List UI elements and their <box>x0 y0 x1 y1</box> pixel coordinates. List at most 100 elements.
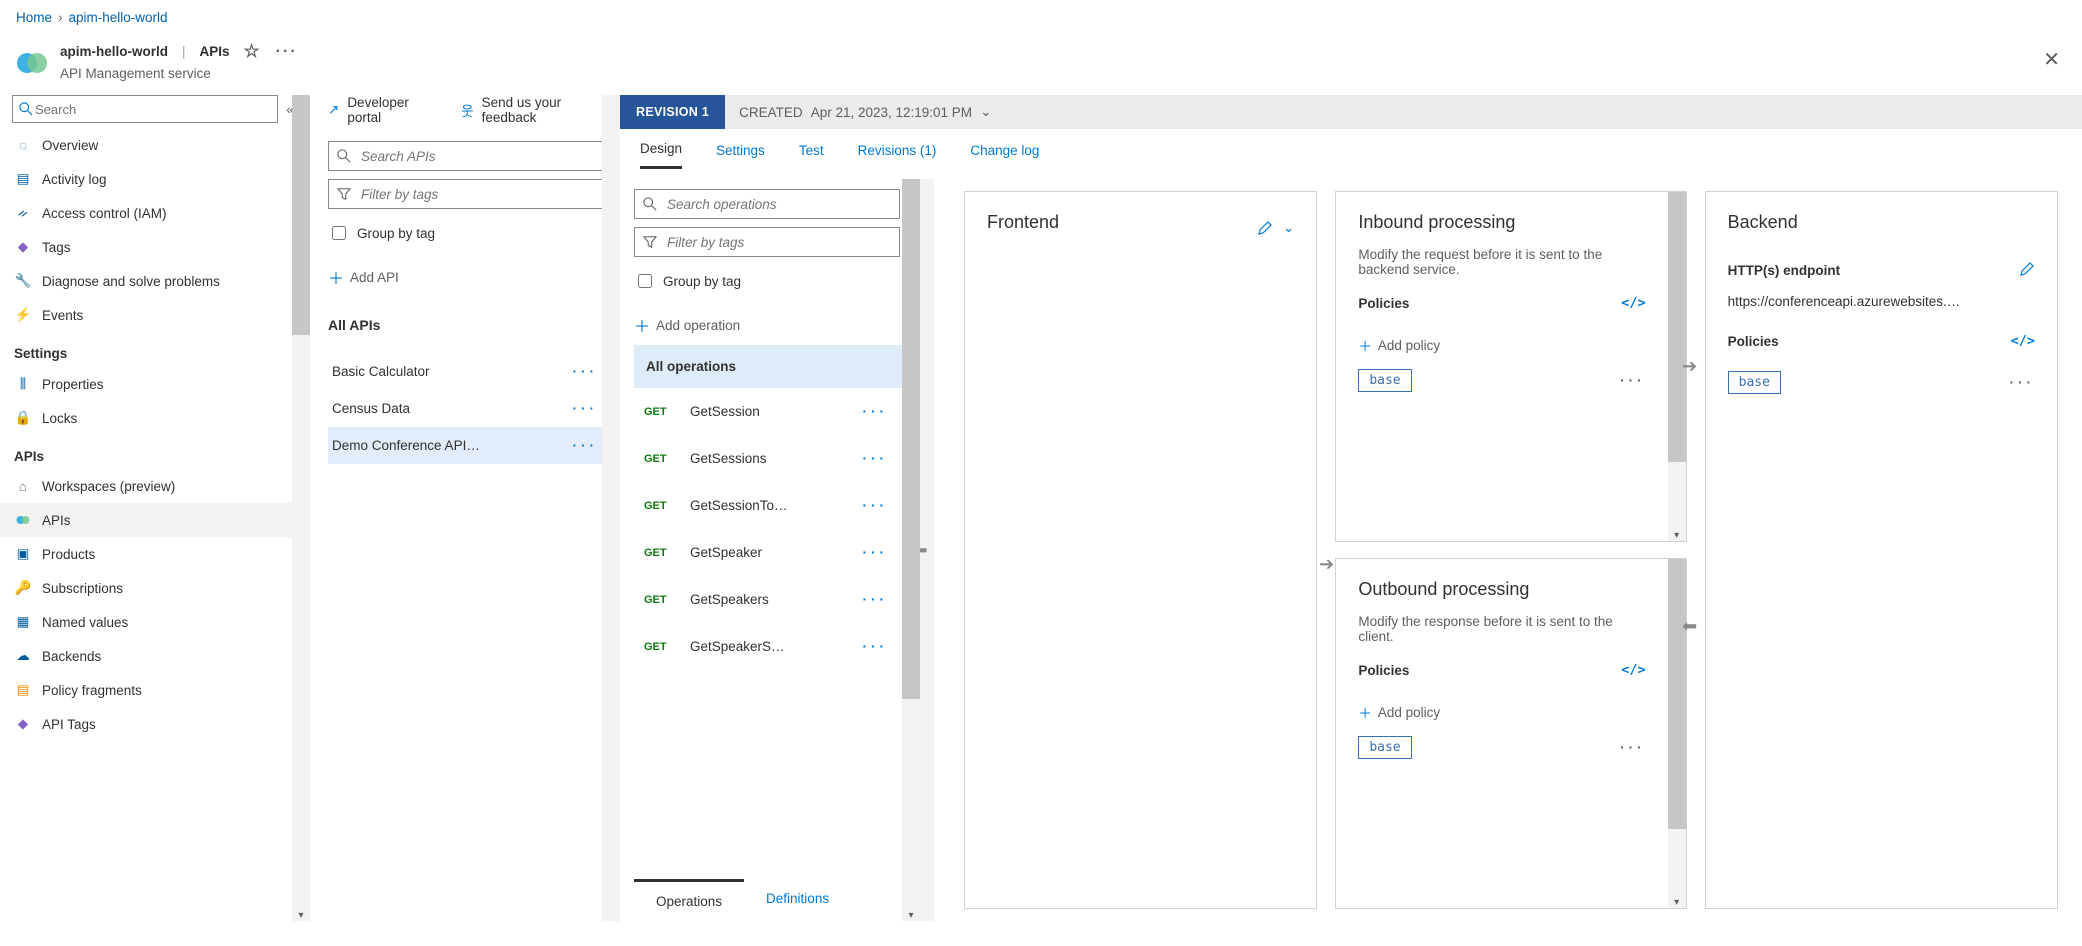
operation-more-button[interactable]: ··· <box>863 639 889 654</box>
operation-item[interactable]: GETGetSpeakerS…··· <box>634 623 920 670</box>
nav-events[interactable]: ⚡Events <box>0 298 306 332</box>
search-operations-input[interactable] <box>665 196 891 213</box>
nav-backends[interactable]: ☁Backends <box>0 639 306 673</box>
inbound-base-policy[interactable]: base <box>1358 369 1411 392</box>
group-apis-by-tag[interactable]: Group by tag <box>328 217 604 249</box>
scroll-down-icon[interactable]: ▾ <box>1668 530 1686 541</box>
nav-api-tags[interactable]: ◆API Tags <box>0 707 306 741</box>
operation-item[interactable]: GETGetSession··· <box>634 388 920 435</box>
api-item-more-button[interactable]: ··· <box>573 401 599 416</box>
outbound-scroll-thumb[interactable] <box>1668 559 1686 829</box>
tab-settings[interactable]: Settings <box>716 143 765 168</box>
api-item-demo-conference[interactable]: Demo Conference API…··· <box>328 427 604 464</box>
operation-item[interactable]: GETGetSpeaker··· <box>634 529 920 576</box>
api-item-more-button[interactable]: ··· <box>573 438 599 453</box>
arrow-left-icon: ⬅ <box>920 536 934 564</box>
tab-revisions[interactable]: Revisions (1) <box>858 143 937 168</box>
subtab-operations[interactable]: Operations <box>634 879 744 921</box>
search-operations[interactable] <box>634 189 900 219</box>
plus-icon: ＋ <box>1358 702 1372 722</box>
operation-more-button[interactable]: ··· <box>863 404 889 419</box>
inbound-scroll-thumb[interactable] <box>1668 192 1686 462</box>
chevron-down-icon[interactable]: ⌄ <box>980 104 991 120</box>
nav-apis[interactable]: APIs <box>0 503 306 537</box>
left-nav-scroll-thumb[interactable] <box>292 95 310 335</box>
backend-card: Backend HTTP(s) endpoint https://confere… <box>1705 191 2058 909</box>
close-blade-button[interactable]: ✕ <box>2037 41 2066 78</box>
nav-workspaces[interactable]: ⌂Workspaces (preview) <box>0 470 306 503</box>
tab-design[interactable]: Design <box>640 141 682 169</box>
add-api-button[interactable]: ＋Add API <box>328 257 604 297</box>
subtab-definitions[interactable]: Definitions <box>744 879 851 921</box>
nav-named-values[interactable]: ▦Named values <box>0 605 306 639</box>
tab-change-log[interactable]: Change log <box>970 143 1039 168</box>
operation-item[interactable]: GETGetSessionTo…··· <box>634 482 920 529</box>
nav-diagnose[interactable]: 🔧Diagnose and solve problems <box>0 264 306 298</box>
send-feedback-link[interactable]: 웃Send us your feedback <box>461 95 602 125</box>
operation-item[interactable]: GETGetSpeakers··· <box>634 576 920 623</box>
outbound-policy-more-button[interactable]: ··· <box>1620 740 1646 755</box>
nav-subscriptions[interactable]: 🔑Subscriptions <box>0 571 306 605</box>
add-operation-button[interactable]: ＋Add operation <box>634 305 900 345</box>
search-apis-input[interactable] <box>359 148 595 165</box>
operation-more-button[interactable]: ··· <box>863 592 889 607</box>
inbound-policies-label: Policies <box>1358 296 1409 311</box>
tab-test[interactable]: Test <box>799 143 824 168</box>
group-operations-checkbox[interactable] <box>638 274 652 288</box>
operation-more-button[interactable]: ··· <box>863 545 889 560</box>
outbound-base-policy[interactable]: base <box>1358 736 1411 759</box>
nav-overview[interactable]: ◌Overview <box>0 129 306 162</box>
developer-portal-link[interactable]: ↗Developer portal <box>328 95 433 125</box>
backend-edit-icon[interactable] <box>2019 261 2035 280</box>
scroll-down-icon[interactable]: ▾ <box>292 910 310 921</box>
outbound-code-view-icon[interactable]: </> <box>1621 662 1645 678</box>
favorite-star-icon[interactable]: ☆ <box>244 41 260 62</box>
activity-log-icon: ▤ <box>14 171 32 187</box>
all-operations-item[interactable]: All operations <box>634 345 920 388</box>
revision-pill[interactable]: REVISION 1 <box>620 95 725 129</box>
inbound-code-view-icon[interactable]: </> <box>1621 295 1645 311</box>
nav-access-control[interactable]: ᨀAccess control (IAM) <box>0 196 306 230</box>
backend-base-policy[interactable]: base <box>1728 371 1781 394</box>
nav-properties[interactable]: ⫼Properties <box>0 367 306 401</box>
api-item-census-data[interactable]: Census Data··· <box>328 390 604 427</box>
filter-operations-by-tags[interactable] <box>634 227 900 257</box>
breadcrumb-current[interactable]: apim-hello-world <box>69 10 168 25</box>
nav-locks[interactable]: 🔒Locks <box>0 401 306 435</box>
left-nav-scrollbar[interactable]: ▴ ▾ <box>292 95 310 921</box>
api-item-basic-calculator[interactable]: Basic Calculator··· <box>328 353 604 390</box>
outbound-add-policy-button[interactable]: ＋Add policy <box>1358 692 1440 728</box>
frontend-dropdown-icon[interactable]: ⌄ <box>1283 220 1294 239</box>
inbound-add-policy-button[interactable]: ＋Add policy <box>1358 325 1440 361</box>
all-apis-header[interactable]: All APIs <box>328 305 604 339</box>
search-apis[interactable] <box>328 141 604 171</box>
breadcrumb-home[interactable]: Home <box>16 10 52 25</box>
api-item-more-button[interactable]: ··· <box>573 364 599 379</box>
backend-code-view-icon[interactable]: </> <box>2011 333 2035 349</box>
scroll-down-icon[interactable]: ▾ <box>1668 897 1686 908</box>
nav-activity-log[interactable]: ▤Activity log <box>0 162 306 196</box>
nav-search-input[interactable] <box>33 101 271 118</box>
operation-more-button[interactable]: ··· <box>863 498 889 513</box>
nav-tags[interactable]: ◆Tags <box>0 230 306 264</box>
frontend-edit-icon[interactable] <box>1257 220 1273 239</box>
operations-scrollbar[interactable]: ▴ ▾ <box>902 179 920 921</box>
group-operations-by-tag[interactable]: Group by tag <box>634 265 900 297</box>
inbound-policy-more-button[interactable]: ··· <box>1620 373 1646 388</box>
operation-more-button[interactable]: ··· <box>863 451 889 466</box>
backend-policy-more-button[interactable]: ··· <box>2009 375 2035 390</box>
apis-scrollbar[interactable] <box>602 95 620 921</box>
nav-search[interactable] <box>12 95 278 123</box>
title-more-button[interactable]: ··· <box>274 43 300 61</box>
nav-policy-fragments[interactable]: ▤Policy fragments <box>0 673 306 707</box>
filter-apis-input[interactable] <box>359 186 595 203</box>
backend-title: Backend <box>1728 212 2035 233</box>
nav-products[interactable]: ▣Products <box>0 537 306 571</box>
filter-apis-by-tags[interactable] <box>328 179 604 209</box>
filter-operations-input[interactable] <box>665 234 891 251</box>
scroll-down-icon[interactable]: ▾ <box>902 910 920 921</box>
operation-item[interactable]: GETGetSessions··· <box>634 435 920 482</box>
operations-scroll-thumb[interactable] <box>902 179 920 699</box>
group-apis-checkbox[interactable] <box>332 226 346 240</box>
revision-meta[interactable]: CREATED Apr 21, 2023, 12:19:01 PM ⌄ <box>725 104 1005 120</box>
